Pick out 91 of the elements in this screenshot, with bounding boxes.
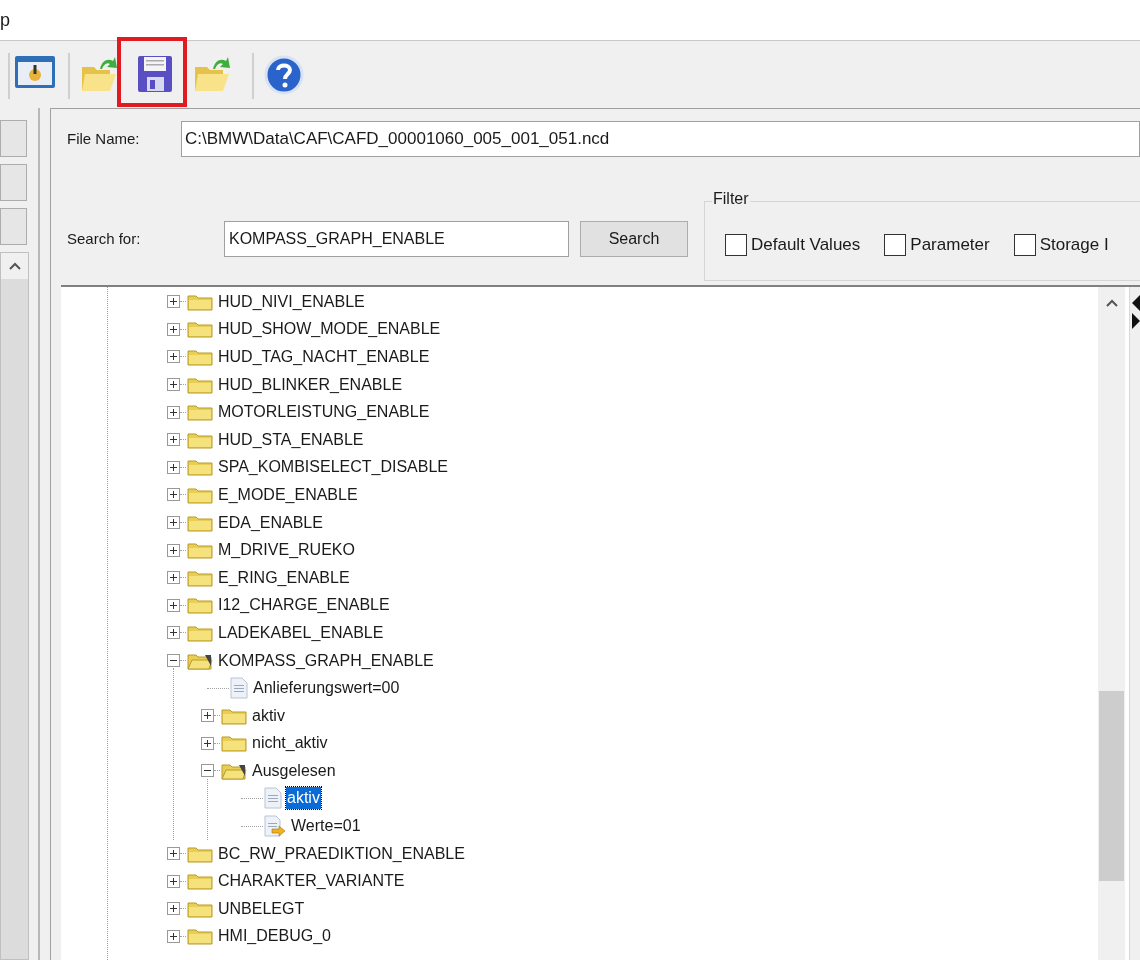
splitter-arrows-icon[interactable] xyxy=(1132,295,1140,331)
document-arrow-icon xyxy=(264,815,286,838)
collapse-icon[interactable] xyxy=(201,764,214,778)
folder-icon xyxy=(187,375,213,394)
file-name-field[interactable]: C:\BMW\Data\CAF\CAFD_00001060_005_001_051.ncd xyxy=(181,121,1140,157)
folder-icon xyxy=(187,292,213,311)
expand-icon[interactable] xyxy=(167,322,180,336)
folder-icon xyxy=(187,623,213,642)
folder-icon xyxy=(187,651,213,670)
expand-icon[interactable] xyxy=(167,350,180,364)
tree-item[interactable]: I12_CHARGE_ENABLE xyxy=(217,594,391,617)
tree-item[interactable]: SPA_KOMBISELECT_DISABLE xyxy=(217,456,449,479)
folder-icon xyxy=(187,458,213,477)
tree-item[interactable]: Werte=01 xyxy=(290,815,362,838)
scroll-up-icon[interactable] xyxy=(1105,299,1118,307)
help-icon[interactable] xyxy=(264,55,304,95)
document-icon xyxy=(264,787,282,810)
tree-item[interactable]: HUD_SHOW_MODE_ENABLE xyxy=(217,318,442,341)
tree-item[interactable]: KOMPASS_GRAPH_ENABLE xyxy=(217,649,435,672)
expand-icon[interactable] xyxy=(167,460,180,474)
scroll-up-icon[interactable] xyxy=(8,262,21,270)
save-icon[interactable] xyxy=(137,55,173,93)
expand-icon[interactable] xyxy=(201,736,214,750)
tree-item[interactable]: nicht_aktiv xyxy=(251,732,329,755)
folder-icon xyxy=(187,844,213,863)
alert-window-icon[interactable] xyxy=(14,55,56,89)
folder-icon xyxy=(221,706,247,725)
tree-item[interactable]: E_MODE_ENABLE xyxy=(217,483,359,506)
search-button[interactable]: Search xyxy=(580,221,688,257)
tree-item[interactable]: HUD_TAG_NACHT_ENABLE xyxy=(217,346,431,368)
tree-item[interactable]: Anlieferungswert=00 xyxy=(252,677,401,700)
collapse-icon[interactable] xyxy=(167,654,180,667)
expand-icon[interactable] xyxy=(167,433,180,447)
expand-icon[interactable] xyxy=(167,405,180,419)
checkbox[interactable] xyxy=(725,234,747,256)
expand-icon[interactable] xyxy=(167,874,180,888)
checkbox-label: Default Values xyxy=(751,234,861,257)
folder-icon xyxy=(187,513,213,532)
tree-item[interactable]: EDA_ENABLE xyxy=(217,511,324,534)
expand-icon[interactable] xyxy=(167,488,180,502)
folder-icon xyxy=(187,485,213,504)
window-title: p xyxy=(0,9,10,32)
expand-icon[interactable] xyxy=(167,543,180,557)
folder-icon xyxy=(187,430,213,449)
folder-icon xyxy=(187,596,213,615)
expand-icon[interactable] xyxy=(167,902,180,916)
tree-item[interactable]: HMI_DEBUG_0 xyxy=(217,925,332,948)
folder-icon xyxy=(187,403,213,422)
tree-item[interactable]: HUD_BLINKER_ENABLE xyxy=(217,373,404,396)
checkbox[interactable] xyxy=(884,234,907,256)
tree-item[interactable]: M_DRIVE_RUEKO xyxy=(217,539,356,562)
expand-icon[interactable] xyxy=(167,626,180,640)
folder-icon xyxy=(187,568,213,587)
expand-icon[interactable] xyxy=(167,847,180,861)
tree-item[interactable]: aktiv xyxy=(251,704,286,727)
folder-icon xyxy=(187,872,213,891)
tree-item[interactable]: LADEKABEL_ENABLE xyxy=(217,621,385,644)
folder-icon xyxy=(187,348,213,366)
checkbox-label: Parameter xyxy=(910,234,990,257)
expand-icon[interactable] xyxy=(201,709,214,723)
tree-item[interactable]: Ausgelesen xyxy=(251,759,337,782)
folder-icon xyxy=(221,734,247,753)
expand-icon[interactable] xyxy=(167,295,180,309)
checkbox-label: Storage I xyxy=(1039,234,1109,257)
expand-icon[interactable] xyxy=(167,516,180,530)
folder-icon xyxy=(187,541,213,560)
expand-icon[interactable] xyxy=(167,598,180,612)
tree-item[interactable]: CHARAKTER_VARIANTE xyxy=(217,870,406,893)
field-label: Search for: xyxy=(67,228,142,249)
tree-item[interactable]: UNBELEGT xyxy=(217,897,306,920)
checkbox[interactable] xyxy=(1013,234,1036,256)
folder-icon xyxy=(187,320,213,339)
folder-icon xyxy=(187,927,213,946)
tree-item[interactable]: E_RING_ENABLE xyxy=(217,566,351,589)
search-field[interactable]: KOMPASS_GRAPH_ENABLE xyxy=(224,221,569,257)
tree-item[interactable]: BC_RW_PRAEDIKTION_ENABLE xyxy=(217,842,466,865)
tree-item[interactable]: aktiv xyxy=(286,787,321,810)
field-label: File Name: xyxy=(67,128,141,149)
folder-arrow-icon[interactable] xyxy=(80,55,118,93)
scrollbar-thumb[interactable] xyxy=(1099,691,1124,881)
expand-icon[interactable] xyxy=(167,929,180,943)
folder-icon xyxy=(187,899,213,918)
scrollbar[interactable] xyxy=(0,252,29,960)
scrollbar[interactable] xyxy=(1098,287,1125,960)
expand-icon[interactable] xyxy=(167,378,180,392)
folder-icon xyxy=(221,761,247,780)
expand-icon[interactable] xyxy=(167,571,180,585)
tree-item[interactable]: MOTORLEISTUNG_ENABLE xyxy=(217,401,431,424)
tree-item[interactable]: HUD_NIVI_ENABLE xyxy=(217,290,366,313)
document-icon xyxy=(230,677,248,700)
tree-item[interactable]: HUD_STA_ENABLE xyxy=(217,428,365,451)
